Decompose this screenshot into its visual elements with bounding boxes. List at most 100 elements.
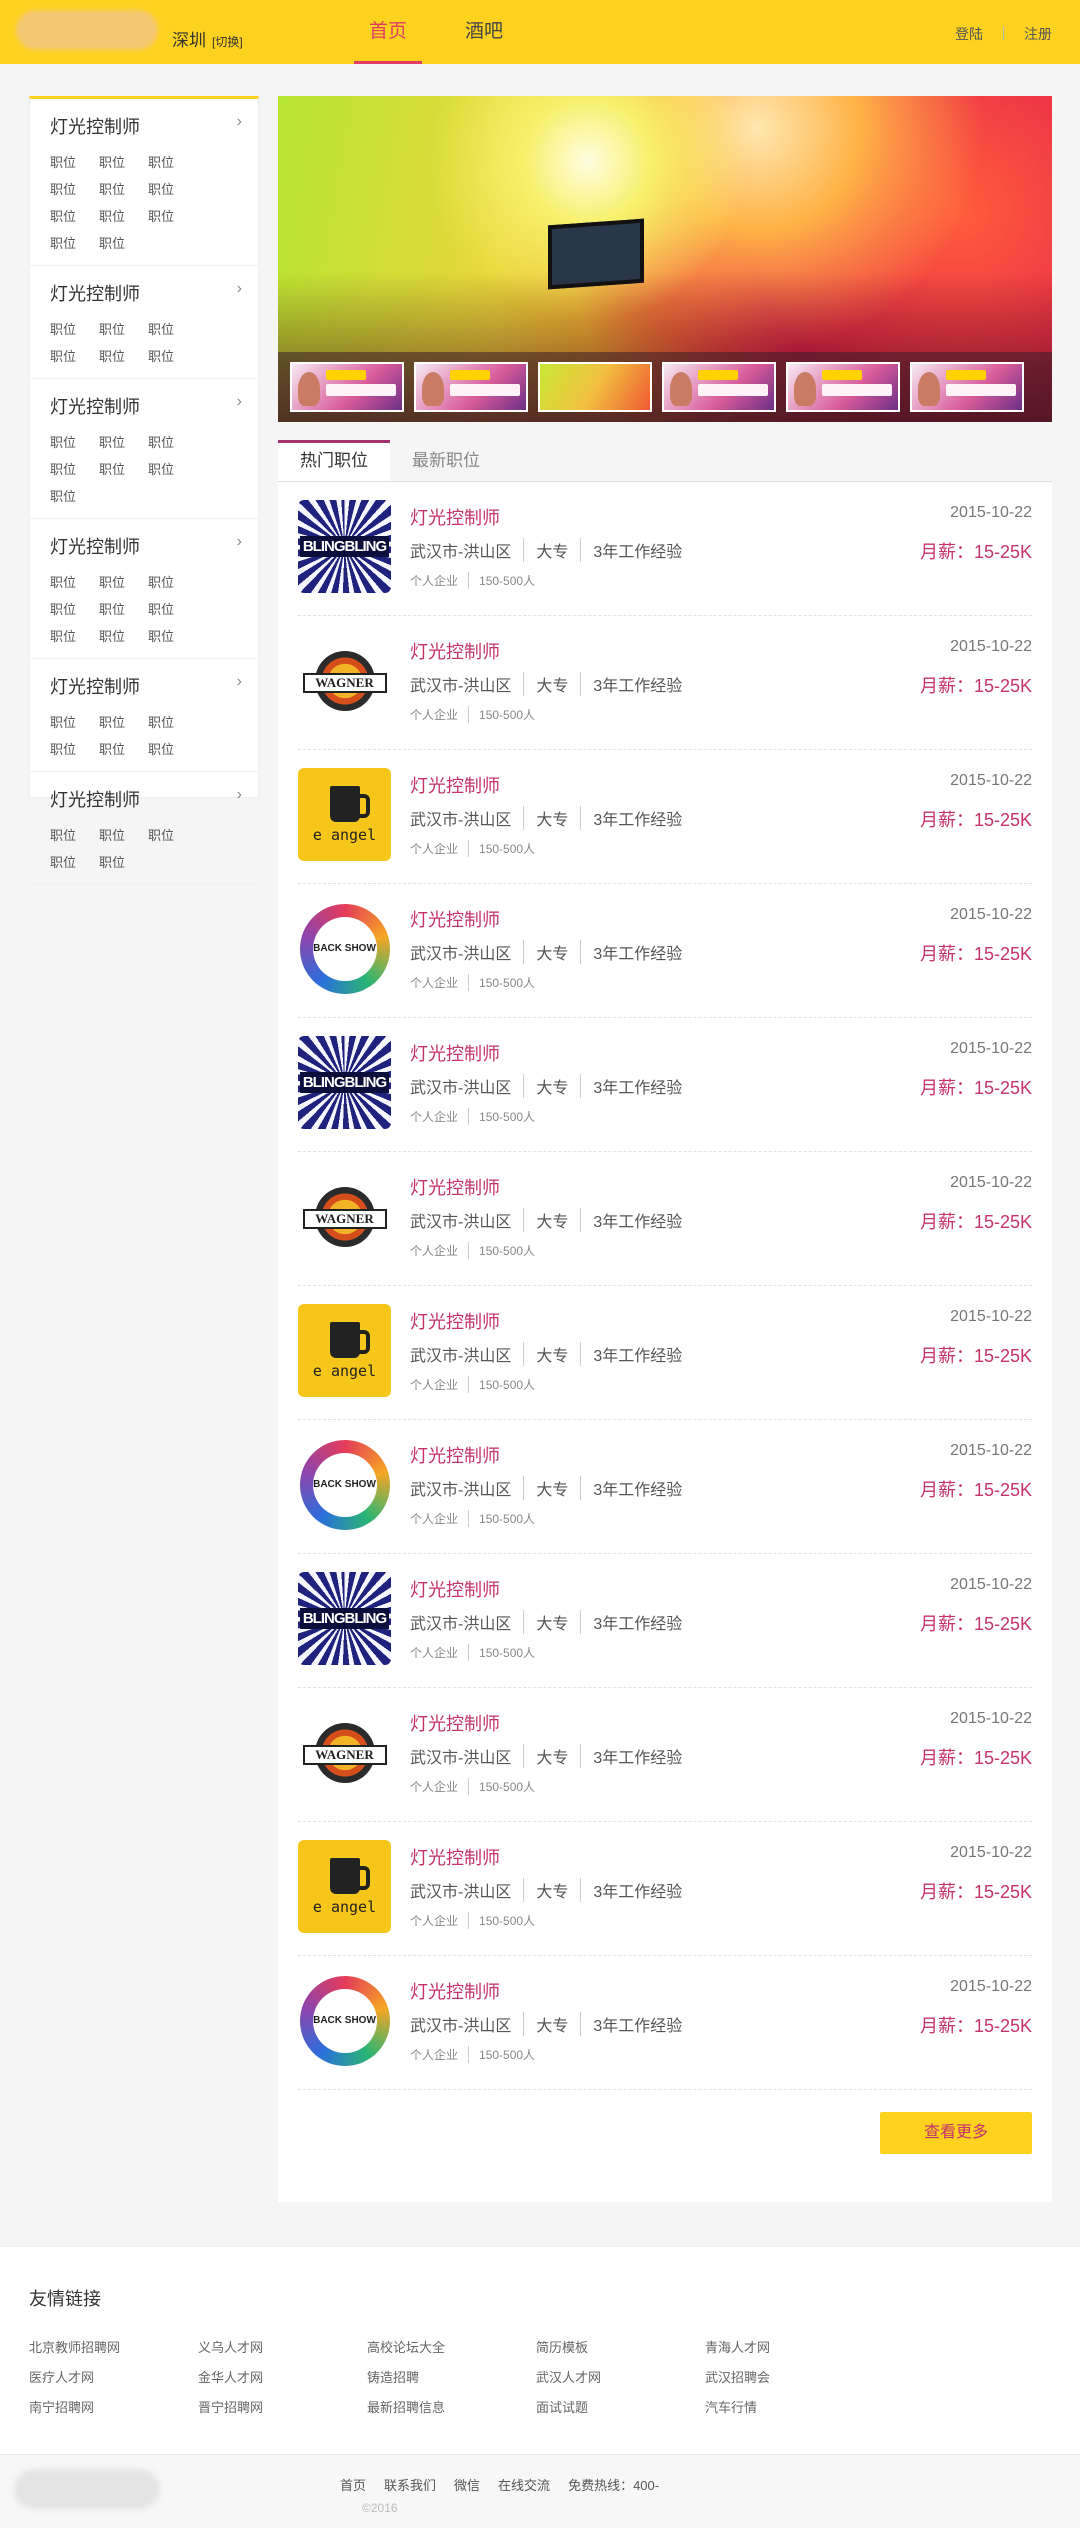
chevron-right-icon[interactable]: ›: [237, 786, 242, 804]
company-logo[interactable]: BACK SHOW: [298, 1974, 391, 2067]
friend-link[interactable]: 武汉招聘会: [705, 2363, 874, 2393]
category-job-link[interactable]: 职位: [148, 429, 197, 456]
company-logo[interactable]: BACK SHOW: [298, 902, 391, 995]
job-item[interactable]: BLINGBLING 灯光控制师 武汉市-洪山区 大专 3年工作经验 个人企业 …: [298, 1554, 1032, 1688]
job-title[interactable]: 灯光控制师: [410, 1174, 500, 1200]
company-logo[interactable]: WAGNER: [298, 1170, 391, 1263]
friend-link[interactable]: 汽车行情: [705, 2393, 874, 2423]
footer-nav-link[interactable]: 首页: [340, 2475, 366, 2494]
chevron-right-icon[interactable]: ›: [237, 280, 242, 298]
category-job-link[interactable]: 职位: [50, 176, 99, 203]
job-item[interactable]: WAGNER 灯光控制师 武汉市-洪山区 大专 3年工作经验 个人企业 150-…: [298, 1688, 1032, 1822]
job-item[interactable]: e angel 灯光控制师 武汉市-洪山区 大专 3年工作经验 个人企业 150…: [298, 750, 1032, 884]
category-job-link[interactable]: 职位: [99, 149, 148, 176]
job-item[interactable]: e angel 灯光控制师 武汉市-洪山区 大专 3年工作经验 个人企业 150…: [298, 1286, 1032, 1420]
chevron-right-icon[interactable]: ›: [237, 113, 242, 131]
category-job-link[interactable]: 职位: [50, 623, 99, 650]
category-title[interactable]: 灯光控制师: [50, 280, 238, 306]
category-title[interactable]: 灯光控制师: [50, 786, 238, 812]
footer-nav-link[interactable]: 微信: [454, 2475, 480, 2494]
friend-link[interactable]: 义乌人才网: [198, 2333, 367, 2363]
banner-thumb[interactable]: [786, 362, 900, 412]
job-item[interactable]: BACK SHOW 灯光控制师 武汉市-洪山区 大专 3年工作经验 个人企业 1…: [298, 1420, 1032, 1554]
category-job-link[interactable]: 职位: [50, 429, 99, 456]
friend-link[interactable]: 铸造招聘: [367, 2363, 536, 2393]
friend-link[interactable]: 高校论坛大全: [367, 2333, 536, 2363]
banner-thumb[interactable]: [662, 362, 776, 412]
company-logo[interactable]: BLINGBLING: [298, 1572, 391, 1665]
category-job-link[interactable]: 职位: [99, 623, 148, 650]
category-title[interactable]: 灯光控制师: [50, 673, 238, 699]
category-job-link[interactable]: 职位: [50, 316, 99, 343]
chevron-right-icon[interactable]: ›: [237, 673, 242, 691]
category-job-link[interactable]: 职位: [148, 709, 197, 736]
nav-home[interactable]: 首页: [340, 0, 436, 64]
category-job-link[interactable]: 职位: [99, 203, 148, 230]
job-title[interactable]: 灯光控制师: [410, 1710, 500, 1736]
friend-link[interactable]: 北京教师招聘网: [29, 2333, 198, 2363]
friend-link[interactable]: 晋宁招聘网: [198, 2393, 367, 2423]
category-job-link[interactable]: 职位: [99, 316, 148, 343]
category-job-link[interactable]: 职位: [50, 849, 99, 876]
category-job-link[interactable]: 职位: [99, 569, 148, 596]
category-job-link[interactable]: 职位: [99, 736, 148, 763]
job-title[interactable]: 灯光控制师: [410, 1308, 500, 1334]
job-title[interactable]: 灯光控制师: [410, 772, 500, 798]
category-job-link[interactable]: 职位: [50, 230, 99, 257]
company-logo[interactable]: BLINGBLING: [298, 500, 391, 593]
friend-link[interactable]: 武汉人才网: [536, 2363, 705, 2393]
category-title[interactable]: 灯光控制师: [50, 113, 238, 139]
category-job-link[interactable]: 职位: [50, 596, 99, 623]
category-job-link[interactable]: 职位: [50, 483, 99, 510]
view-more-button[interactable]: 查看更多: [880, 2112, 1032, 2154]
friend-link[interactable]: 简历模板: [536, 2333, 705, 2363]
category-job-link[interactable]: 职位: [148, 456, 197, 483]
company-logo[interactable]: WAGNER: [298, 1706, 391, 1799]
register-link[interactable]: 注册: [1024, 24, 1052, 44]
job-item[interactable]: BLINGBLING 灯光控制师 武汉市-洪山区 大专 3年工作经验 个人企业 …: [298, 1018, 1032, 1152]
company-logo[interactable]: BLINGBLING: [298, 1036, 391, 1129]
city-selector[interactable]: 深圳 [切换]: [172, 26, 243, 51]
category-job-link[interactable]: 职位: [99, 230, 148, 257]
job-title[interactable]: 灯光控制师: [410, 906, 500, 932]
site-logo[interactable]: [16, 10, 158, 50]
banner-thumb[interactable]: [290, 362, 404, 412]
job-item[interactable]: WAGNER 灯光控制师 武汉市-洪山区 大专 3年工作经验 个人企业 150-…: [298, 1152, 1032, 1286]
job-title[interactable]: 灯光控制师: [410, 1978, 500, 2004]
chevron-right-icon[interactable]: ›: [237, 533, 242, 551]
category-job-link[interactable]: 职位: [99, 709, 148, 736]
job-item[interactable]: WAGNER 灯光控制师 武汉市-洪山区 大专 3年工作经验 个人企业 150-…: [298, 616, 1032, 750]
category-job-link[interactable]: 职位: [148, 569, 197, 596]
tab-new-jobs[interactable]: 最新职位: [390, 440, 502, 481]
friend-link[interactable]: 医疗人才网: [29, 2363, 198, 2393]
banner-thumb-active[interactable]: [538, 362, 652, 412]
footer-nav-link[interactable]: 在线交流: [498, 2475, 550, 2494]
company-logo[interactable]: e angel: [298, 1840, 391, 1933]
footer-nav-link[interactable]: 联系我们: [384, 2475, 436, 2494]
category-job-link[interactable]: 职位: [50, 569, 99, 596]
footer-nav-link[interactable]: 免费热线：400-: [568, 2475, 659, 2494]
category-job-link[interactable]: 职位: [99, 456, 148, 483]
job-title[interactable]: 灯光控制师: [410, 504, 500, 530]
category-job-link[interactable]: 职位: [148, 343, 197, 370]
company-logo[interactable]: BACK SHOW: [298, 1438, 391, 1531]
category-job-link[interactable]: 职位: [50, 343, 99, 370]
category-job-link[interactable]: 职位: [148, 176, 197, 203]
company-logo[interactable]: WAGNER: [298, 634, 391, 727]
category-job-link[interactable]: 职位: [148, 822, 197, 849]
city-switch-link[interactable]: [切换]: [212, 35, 243, 49]
job-title[interactable]: 灯光控制师: [410, 1442, 500, 1468]
category-job-link[interactable]: 职位: [99, 429, 148, 456]
category-job-link[interactable]: 职位: [50, 203, 99, 230]
category-job-link[interactable]: 职位: [99, 343, 148, 370]
job-item[interactable]: BACK SHOW 灯光控制师 武汉市-洪山区 大专 3年工作经验 个人企业 1…: [298, 1956, 1032, 2090]
category-job-link[interactable]: 职位: [148, 149, 197, 176]
hero-banner[interactable]: [278, 96, 1052, 422]
friend-link[interactable]: 南宁招聘网: [29, 2393, 198, 2423]
friend-link[interactable]: 面试试题: [536, 2393, 705, 2423]
chevron-right-icon[interactable]: ›: [237, 393, 242, 411]
category-job-link[interactable]: 职位: [148, 596, 197, 623]
friend-link[interactable]: 青海人才网: [705, 2333, 874, 2363]
category-job-link[interactable]: 职位: [148, 316, 197, 343]
category-job-link[interactable]: 职位: [50, 736, 99, 763]
